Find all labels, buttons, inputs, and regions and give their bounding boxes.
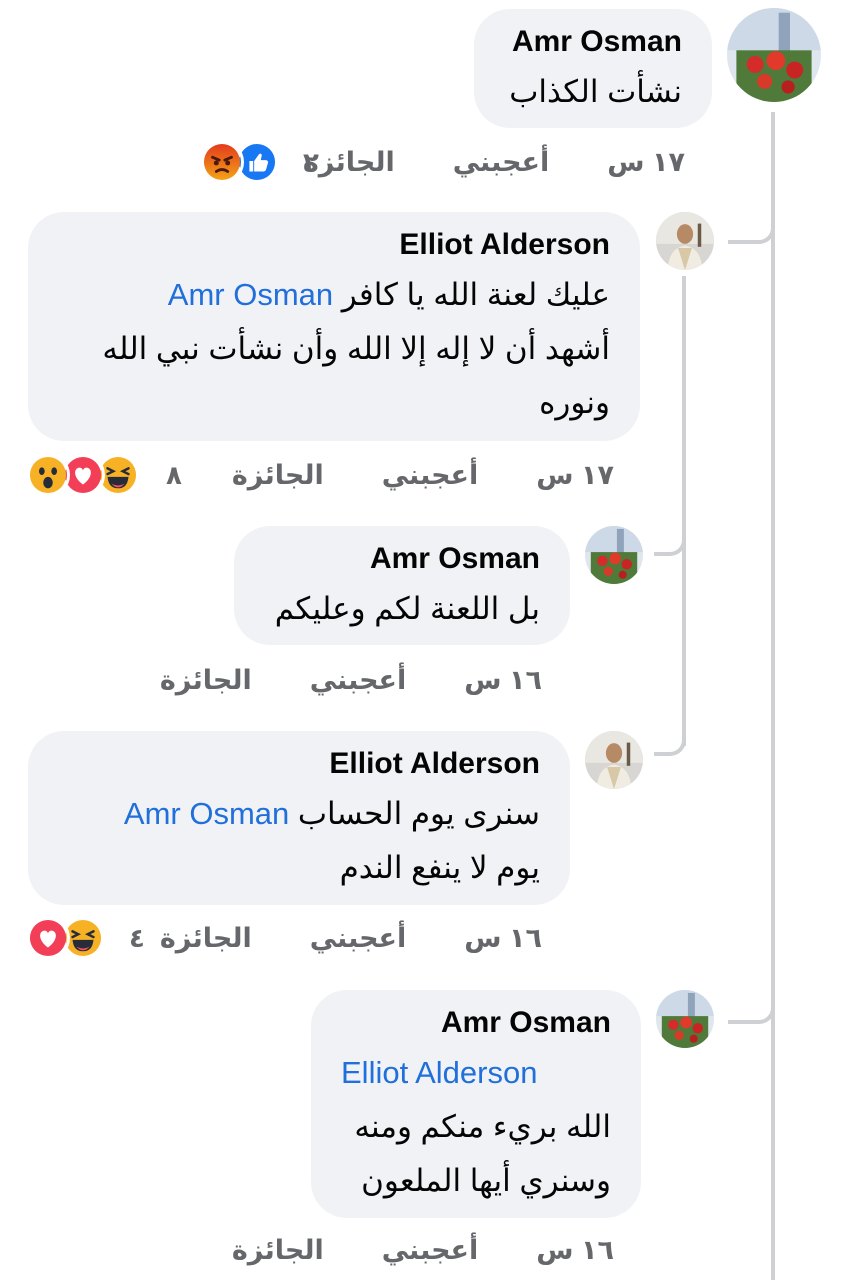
comment-actions: ١٦ س أعجبني الجائزة	[160, 660, 542, 700]
like-button[interactable]: أعجبني	[382, 460, 479, 491]
comment-text: أشهد أن لا إله إلا الله وأن نشأت نبي الل…	[102, 331, 610, 366]
comment-time[interactable]: ١٦ س	[464, 665, 542, 696]
comment-actions: ١٦ س أعجبني الجائزة	[160, 918, 542, 958]
love-reaction-icon	[26, 916, 70, 960]
reaction-summary[interactable]: ٤	[26, 916, 145, 960]
award-button[interactable]: الجائزة	[232, 460, 324, 491]
comment-text: يوم لا ينفع الندم	[339, 850, 540, 885]
comment-actions: ١٧ س أعجبني الجائزة	[232, 455, 614, 495]
avatar[interactable]	[585, 526, 643, 584]
comment-actions: ١٦ س أعجبني الجائزة	[232, 1230, 614, 1270]
like-button[interactable]: أعجبني	[310, 665, 407, 696]
reaction-count: ٨	[166, 459, 182, 490]
comment-text: سنرى يوم الحساب	[297, 796, 540, 831]
avatar[interactable]	[656, 212, 714, 270]
comment-text-line: عليك لعنة الله يا كافر Amr Osman	[58, 268, 610, 322]
award-button[interactable]: الجائزة	[160, 923, 252, 954]
avatar[interactable]	[656, 990, 714, 1048]
flowers-avatar-image	[585, 526, 643, 584]
thread-line-sub	[682, 276, 686, 746]
award-button[interactable]: الجائزة	[232, 1235, 324, 1266]
avatar[interactable]	[585, 731, 643, 789]
reply-connector	[728, 210, 775, 244]
comment-author[interactable]: Amr Osman	[341, 1006, 611, 1040]
reaction-summary[interactable]: ٨	[26, 453, 182, 497]
comment-text: نشأت الكذاب	[509, 74, 682, 109]
comment-text: الله بريء منكم ومنه	[354, 1109, 611, 1144]
comment-author[interactable]: Elliot Alderson	[58, 228, 610, 262]
comment-time[interactable]: ١٦ س	[464, 923, 542, 954]
thread-line-main	[771, 112, 775, 1280]
user-mention-link[interactable]: Amr Osman	[168, 277, 333, 312]
reply-connector	[654, 722, 686, 756]
comment-bubble: Elliot Alderson سنرى يوم الحساب Amr Osma…	[28, 731, 570, 905]
person-avatar-image	[656, 212, 714, 270]
reaction-summary[interactable]: ٢	[200, 140, 319, 184]
user-mention-link[interactable]: Elliot Alderson	[341, 1046, 611, 1100]
comment-text: بل اللعنة لكم وعليكم	[274, 591, 540, 626]
person-avatar-image	[585, 731, 643, 789]
award-button[interactable]: الجائزة	[160, 665, 252, 696]
comment-bubble: Elliot Alderson عليك لعنة الله يا كافر A…	[28, 212, 640, 441]
comment-actions: ١٧ س أعجبني الجائزة	[303, 142, 685, 182]
flowers-avatar-image	[656, 990, 714, 1048]
reply-connector	[728, 990, 775, 1024]
reply-connector	[654, 522, 686, 556]
comment-author[interactable]: Elliot Alderson	[58, 747, 540, 781]
reaction-count: ٢	[303, 146, 319, 177]
comment-text: عليك لعنة الله يا كافر	[341, 277, 610, 312]
comment-bubble: Amr Osman Elliot Alderson الله بريء منكم…	[311, 990, 641, 1218]
flowers-avatar-image	[727, 8, 821, 102]
comment-text: ونوره	[539, 385, 610, 420]
user-mention-link[interactable]: Amr Osman	[124, 796, 289, 831]
like-button[interactable]: أعجبني	[310, 923, 407, 954]
comment-text-line: سنرى يوم الحساب Amr Osman	[58, 787, 540, 841]
comment-time[interactable]: ١٧ س	[607, 147, 685, 178]
comment-time[interactable]: ١٦ س	[536, 1235, 614, 1266]
comment-author[interactable]: Amr Osman	[504, 25, 682, 59]
angry-reaction-icon	[200, 140, 244, 184]
wow-reaction-icon	[26, 453, 70, 497]
comment-bubble: Amr Osman بل اللعنة لكم وعليكم	[234, 526, 570, 645]
like-button[interactable]: أعجبني	[382, 1235, 479, 1266]
avatar[interactable]	[727, 8, 821, 102]
comment-text: وسنري أيها الملعون	[361, 1163, 611, 1198]
reaction-count: ٤	[129, 922, 145, 953]
like-button[interactable]: أعجبني	[453, 147, 550, 178]
comment-author[interactable]: Amr Osman	[264, 542, 540, 576]
comment-bubble: Amr Osman نشأت الكذاب	[474, 9, 712, 128]
comment-time[interactable]: ١٧ س	[536, 460, 614, 491]
